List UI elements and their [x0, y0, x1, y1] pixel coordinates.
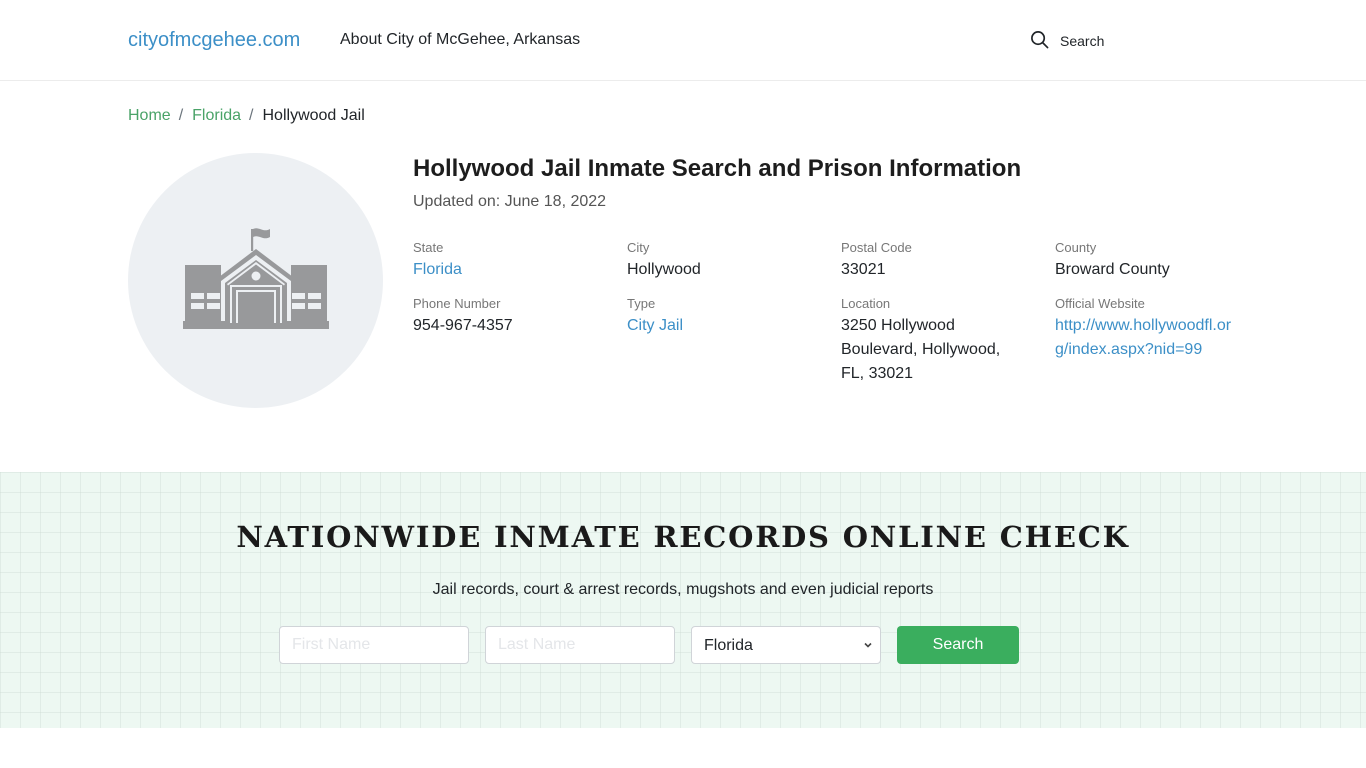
first-name-input[interactable] [279, 626, 469, 664]
breadcrumb-home[interactable]: Home [128, 107, 171, 125]
last-name-input[interactable] [485, 626, 675, 664]
info-label: Phone Number [413, 296, 501, 311]
facility-image [128, 153, 383, 408]
state-link[interactable]: Florida [413, 258, 593, 282]
info-label: County [1055, 240, 1097, 255]
info-label: Location [841, 296, 891, 311]
facility-info-grid: State Florida City Hollywood Postal Code… [413, 240, 1273, 386]
inmate-search-promo: NATIONWIDE INMATE RECORDS ONLINE CHECK J… [0, 472, 1366, 728]
breadcrumb-florida[interactable]: Florida [192, 107, 241, 125]
info-city: City Hollywood [627, 240, 841, 282]
search-icon [1030, 30, 1049, 52]
info-label: Type [627, 296, 656, 311]
city-value: Hollywood [627, 261, 701, 278]
info-label: Postal Code [841, 240, 912, 255]
inmate-search-form: Florida Search [279, 626, 1019, 664]
nav-about-link[interactable]: About City of McGehee, Arkansas [340, 31, 580, 49]
info-county: County Broward County [1055, 240, 1269, 282]
info-state: State Florida [413, 240, 627, 282]
location-value: 3250 Hollywood Boulevard, Hollywood, FL,… [841, 317, 1001, 382]
phone-value: 954-967-4357 [413, 317, 513, 334]
breadcrumb-current: Hollywood Jail [262, 107, 365, 124]
page-title: Hollywood Jail Inmate Search and Prison … [413, 155, 1022, 182]
postal-code-value: 33021 [841, 261, 886, 278]
site-header: cityofmcgehee.com About City of McGehee,… [0, 0, 1366, 81]
info-label: Official Website [1055, 296, 1145, 311]
official-website-link[interactable]: http://www.hollywoodfl.org/index.aspx?ni… [1055, 314, 1235, 362]
info-location: Location 3250 Hollywood Boulevard, Holly… [841, 296, 1055, 386]
breadcrumb-separator: / [178, 107, 184, 124]
promo-subtitle: Jail records, court & arrest records, mu… [432, 581, 934, 598]
info-website: Official Website http://www.hollywoodfl.… [1055, 296, 1269, 386]
info-label: City [627, 240, 650, 255]
state-select[interactable]: Florida [691, 626, 881, 664]
county-value: Broward County [1055, 261, 1170, 278]
breadcrumb: Home / Florida / Hollywood Jail [128, 107, 365, 125]
info-postal-code: Postal Code 33021 [841, 240, 1055, 282]
header-search-label: Search [1060, 33, 1105, 49]
header-search-button[interactable]: Search [1030, 30, 1104, 52]
school-building-icon [182, 227, 329, 329]
promo-title: NATIONWIDE INMATE RECORDS ONLINE CHECK [236, 520, 1130, 554]
type-link[interactable]: City Jail [627, 314, 807, 338]
search-button[interactable]: Search [897, 626, 1019, 664]
state-select-wrapper: Florida [691, 626, 881, 664]
site-logo-link[interactable]: cityofmcgehee.com [128, 29, 300, 52]
breadcrumb-separator: / [249, 107, 254, 124]
info-type: Type City Jail [627, 296, 841, 386]
info-label: State [413, 240, 444, 255]
info-phone: Phone Number 954-967-4357 [413, 296, 627, 386]
updated-date: Updated on: June 18, 2022 [413, 193, 607, 210]
